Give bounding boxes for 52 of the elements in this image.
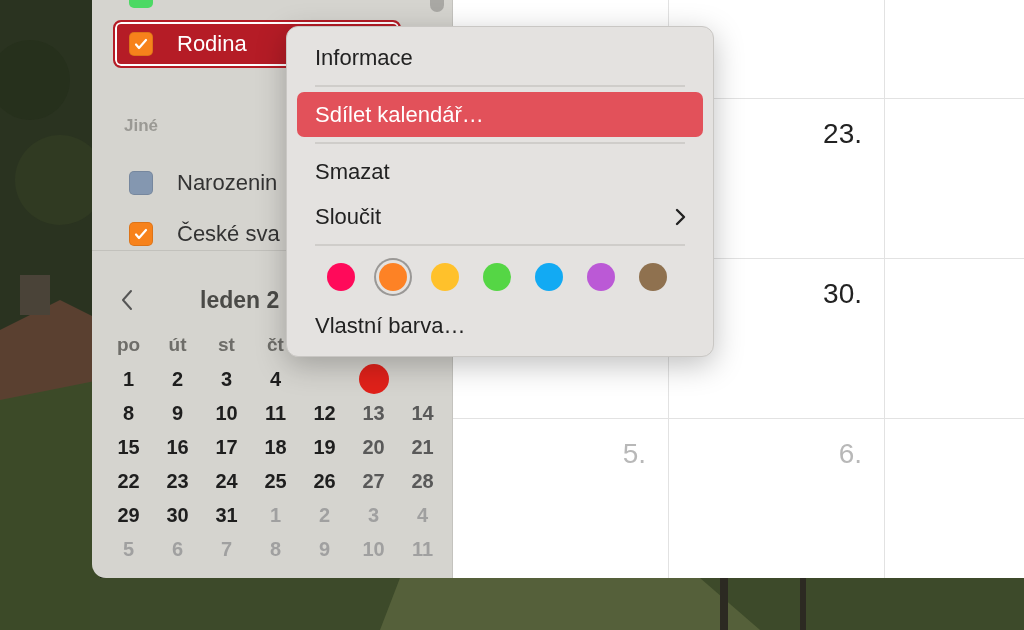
day-number[interactable]: 14: [411, 397, 434, 428]
day-number[interactable]: 20: [362, 431, 385, 462]
month-title: leden 2: [200, 286, 280, 315]
day-number[interactable]: 19: [313, 431, 336, 462]
day-number[interactable]: 11: [264, 397, 287, 428]
day-number[interactable]: 24: [215, 465, 238, 496]
day-number[interactable]: 25: [264, 465, 287, 496]
day-number[interactable]: 9: [171, 397, 184, 428]
color-swatch[interactable]: [483, 263, 511, 291]
weekday-label: st: [217, 332, 236, 357]
day-number[interactable]: 12: [313, 397, 336, 428]
day-number[interactable]: 26: [313, 465, 336, 496]
day-number[interactable]: 21: [411, 431, 434, 462]
weekday-label: čt: [266, 332, 285, 357]
color-swatch[interactable]: [587, 263, 615, 291]
day-number[interactable]: 3: [220, 363, 233, 394]
day-number[interactable]: 29: [117, 499, 140, 530]
calendar-label: České sva: [177, 220, 280, 248]
day-number[interactable]: 28: [411, 465, 434, 496]
day-number[interactable]: 2: [171, 363, 184, 394]
day-number: 5.: [622, 437, 646, 471]
day-number[interactable]: 15: [117, 431, 140, 462]
day-number[interactable]: 1: [122, 363, 135, 394]
color-swatch[interactable]: [535, 263, 563, 291]
day-number[interactable]: 23: [166, 465, 189, 496]
calendar-label: Narozenin: [177, 169, 278, 197]
color-swatch[interactable]: [431, 263, 459, 291]
calendar-checkbox[interactable]: [129, 170, 153, 195]
menu-item[interactable]: Sdílet kalendář…: [297, 92, 703, 137]
day-number: 30.: [823, 277, 862, 311]
day-number[interactable]: 31: [215, 499, 238, 530]
calendar-checkbox[interactable]: [129, 31, 153, 56]
day-number[interactable]: 22: [117, 465, 140, 496]
day-number[interactable]: 8: [122, 397, 135, 428]
day-number[interactable]: 4: [269, 363, 282, 394]
day-number[interactable]: 13: [362, 397, 385, 428]
day-number[interactable]: 10: [215, 397, 238, 428]
weekday-label: út: [167, 332, 188, 357]
day-number: 6.: [838, 437, 862, 471]
calendar-checkbox[interactable]: [129, 221, 153, 246]
day-number[interactable]: 27: [362, 465, 385, 496]
day-number[interactable]: 17: [215, 431, 238, 462]
day-number[interactable]: 18: [264, 431, 287, 462]
weekday-label: po: [115, 332, 142, 357]
color-swatch[interactable]: [639, 263, 667, 291]
scrollbar-icon: [430, 0, 444, 12]
day-number: 23.: [823, 117, 862, 151]
day-number[interactable]: 30: [166, 499, 189, 530]
color-swatch[interactable]: [327, 263, 355, 291]
day-number[interactable]: 16: [166, 431, 189, 462]
calendar-label: Rodina: [177, 30, 247, 59]
section-header: Jiné: [124, 114, 159, 137]
